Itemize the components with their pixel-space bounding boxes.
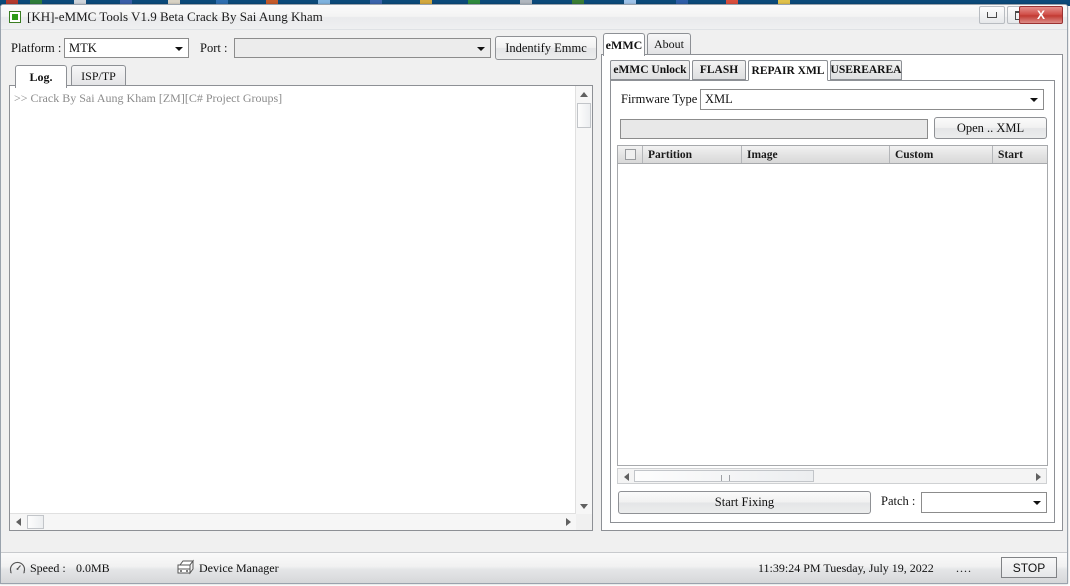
log-tabstrip: Log. ISP/TP	[9, 65, 593, 88]
stop-button[interactable]: STOP	[1001, 557, 1057, 578]
tab-emmc[interactable]: eMMC	[603, 33, 645, 56]
firmware-type-select[interactable]: XML	[700, 89, 1044, 110]
chevron-down-icon	[175, 47, 183, 51]
gauge-icon	[9, 561, 26, 574]
column-header-image[interactable]: Image	[742, 146, 890, 163]
subtab-flash[interactable]: FLASH	[692, 60, 746, 80]
column-header-start[interactable]: Start	[993, 146, 1047, 163]
log-horizontal-scrollbar[interactable]	[10, 513, 576, 530]
log-vertical-scrollbar[interactable]	[575, 86, 592, 514]
platform-select-value: MTK	[69, 41, 97, 55]
start-fixing-button[interactable]: Start Fixing	[618, 491, 871, 514]
firmware-type-value: XML	[705, 92, 733, 106]
repair-xml-panel: Firmware Type : XML Open .. XML Partitio…	[610, 80, 1055, 523]
log-vertical-scroll-thumb[interactable]	[577, 103, 591, 128]
close-button[interactable]: X	[1019, 6, 1063, 24]
column-header-partition[interactable]: Partition	[643, 146, 742, 163]
device-manager-icon	[177, 559, 194, 575]
emmc-tab-content: eMMC Unlock FLASH REPAIR XML USEREAREA F…	[601, 54, 1063, 531]
scroll-left-button[interactable]	[10, 514, 26, 530]
scroll-up-button[interactable]	[576, 86, 592, 102]
open-xml-button[interactable]: Open .. XML	[934, 117, 1047, 139]
scroll-thumb-grip-icon	[721, 475, 730, 481]
table-scroll-left-button[interactable]	[618, 469, 634, 485]
speed-label: Speed :	[30, 561, 66, 575]
chevron-down-icon	[1033, 501, 1041, 505]
firmware-type-label: Firmware Type :	[621, 92, 704, 106]
application-window: [KH]-eMMC Tools V1.9 Beta Crack By Sai A…	[0, 4, 1068, 584]
select-all-checkbox[interactable]	[618, 146, 643, 163]
partition-table[interactable]: Partition Image Custom Start	[617, 145, 1048, 466]
table-scroll-right-button[interactable]	[1030, 469, 1046, 485]
port-select[interactable]	[234, 38, 491, 58]
tab-isp-tp[interactable]: ISP/TP	[71, 65, 126, 86]
tab-about[interactable]: About	[647, 33, 691, 54]
log-output-area[interactable]: >> Crack By Sai Aung Kham [ZM][C# Projec…	[9, 85, 593, 531]
close-icon: X	[1036, 8, 1045, 22]
column-header-custom[interactable]: Custom	[890, 146, 993, 163]
scroll-right-button[interactable]	[560, 514, 576, 530]
scrollbar-corner	[576, 514, 592, 530]
minimize-button[interactable]	[979, 6, 1005, 24]
device-manager-label[interactable]: Device Manager	[199, 561, 279, 576]
patch-select[interactable]	[921, 492, 1047, 513]
table-horizontal-scroll-thumb[interactable]	[634, 470, 814, 482]
xml-path-input[interactable]	[620, 119, 928, 139]
title-bar: [KH]-eMMC Tools V1.9 Beta Crack By Sai A…	[1, 5, 1067, 30]
status-dots: ....	[956, 561, 972, 575]
log-horizontal-scroll-thumb[interactable]	[27, 515, 44, 529]
identify-emmc-button[interactable]: Indentify Emmc	[495, 36, 597, 60]
subtab-emmc-unlock[interactable]: eMMC Unlock	[610, 60, 690, 80]
port-label: Port :	[200, 41, 228, 55]
subtab-userarea[interactable]: USEREAREA	[830, 60, 902, 80]
table-header-row: Partition Image Custom Start	[618, 146, 1047, 164]
log-line: >> Crack By Sai Aung Kham [ZM][C# Projec…	[14, 91, 283, 105]
window-title: [KH]-eMMC Tools V1.9 Beta Crack By Sai A…	[27, 9, 323, 24]
app-logo-icon	[9, 11, 21, 23]
status-bar: Speed : 0.0MB Device Manager 11:39:24 PM…	[1, 552, 1067, 583]
right-panel: eMMC About eMMC Unlock FLASH REPAIR XML …	[601, 33, 1063, 531]
timestamp: 11:39:24 PM Tuesday, July 19, 2022	[758, 561, 934, 575]
patch-label: Patch :	[881, 494, 916, 508]
table-horizontal-scrollbar[interactable]	[617, 468, 1047, 484]
tab-log[interactable]: Log.	[15, 65, 67, 88]
platform-select[interactable]: MTK	[64, 38, 189, 58]
subtab-repair-xml[interactable]: REPAIR XML	[748, 60, 828, 81]
chevron-down-icon	[1030, 98, 1038, 102]
speed-value: 0.0MB	[76, 561, 110, 575]
platform-label: Platform :	[11, 41, 62, 55]
emmc-tabstrip: eMMC About	[601, 33, 1063, 56]
scroll-down-button[interactable]	[576, 498, 592, 514]
chevron-down-icon	[477, 47, 485, 51]
left-panel: Log. ISP/TP >> Crack By Sai Aung Kham [Z…	[9, 65, 593, 531]
minimize-icon	[980, 7, 1004, 23]
